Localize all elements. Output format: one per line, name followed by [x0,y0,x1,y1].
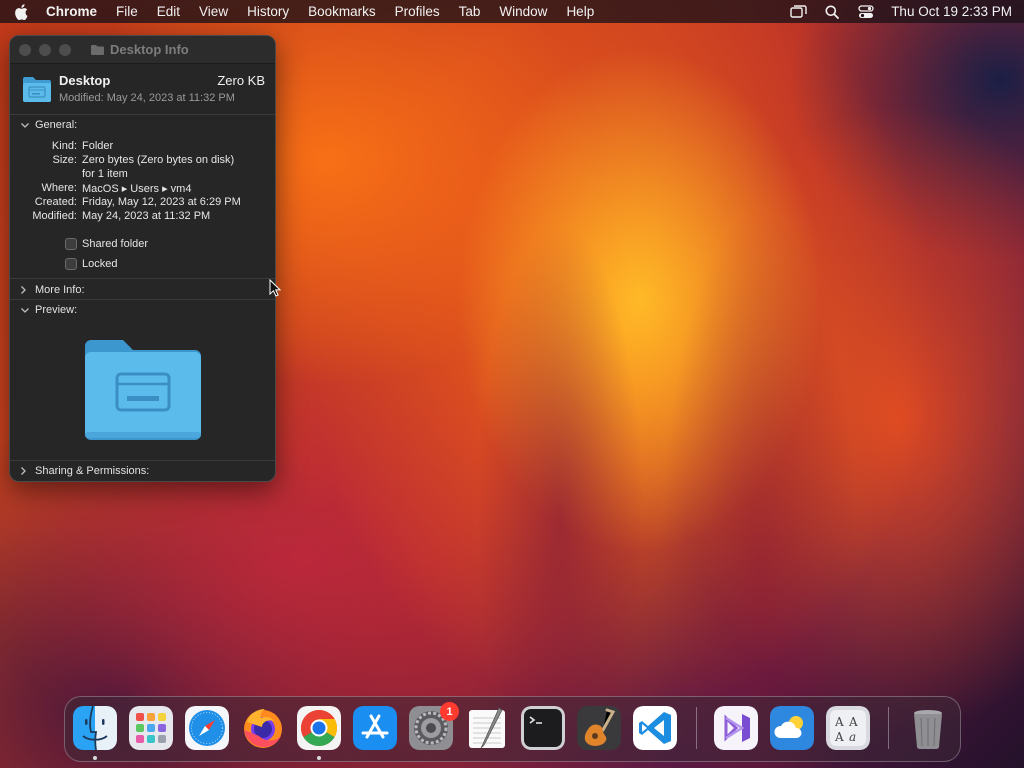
firefox-icon[interactable] [241,706,285,750]
menu-profiles[interactable]: Profiles [395,4,440,19]
chevron-right-icon [20,285,32,295]
detail-row-where: Where: MacOS ▸ Users ▸ vm4 [10,182,275,196]
dock-separator [696,707,697,749]
shared-folder-label: Shared folder [82,238,149,250]
safari-icon[interactable] [185,706,229,750]
menu-history[interactable]: History [247,4,289,19]
menu-window[interactable]: Window [499,4,547,19]
detail-label: Kind: [51,140,77,152]
menu-bar-clock[interactable]: Thu Oct 19 2:33 PM [891,4,1012,19]
divider [10,299,275,300]
svg-text:A: A [848,715,858,729]
divider [10,278,275,279]
svg-text:A: A [834,730,844,744]
item-modified: Modified: May 24, 2023 at 11:32 PM [59,92,235,104]
zoom-button[interactable] [59,44,71,56]
shared-folder-checkbox[interactable]: Shared folder [65,238,148,250]
window-titlebar[interactable]: Desktop Info [10,36,275,64]
detail-value: Zero bytes (Zero bytes on disk) [82,154,235,166]
detail-label: Size: [52,154,77,166]
screen-mirroring-icon[interactable] [789,4,807,20]
detail-value: for 1 item [82,168,128,180]
checkbox-box[interactable] [65,238,77,250]
finder-icon[interactable] [73,706,117,750]
chevron-right-icon [20,466,32,476]
title-folder-icon [91,44,104,55]
launchpad-icon[interactable] [129,706,173,750]
checkbox-box[interactable] [65,258,77,270]
minimize-button[interactable] [39,44,51,56]
section-preview-toggle[interactable]: Preview: [20,304,77,316]
menu-help[interactable]: Help [566,4,594,19]
weather-icon[interactable] [770,706,814,750]
detail-row-size: Size: Zero bytes (Zero bytes on disk) [10,154,275,168]
menu-bar: Chrome File Edit View History Bookmarks … [0,0,1024,23]
visual-studio-icon[interactable] [714,706,758,750]
preview-folder-icon [85,340,201,440]
menu-edit[interactable]: Edit [157,4,180,19]
menu-tab[interactable]: Tab [459,4,481,19]
menu-app-chrome[interactable]: Chrome [46,4,97,19]
detail-value: MacOS ▸ Users ▸ vm4 [82,183,192,195]
apple-menu-icon[interactable] [14,3,28,20]
control-center-icon[interactable] [857,4,875,20]
search-icon[interactable] [823,4,841,20]
detail-row-modified: Modified: May 24, 2023 at 11:32 PM [10,210,275,224]
divider [10,460,275,461]
chevron-down-icon [20,120,32,130]
menu-view[interactable]: View [199,4,228,19]
section-general-label: General: [35,119,78,131]
section-more-info-toggle[interactable]: More Info: [20,284,85,296]
detail-row-created: Created: Friday, May 12, 2023 at 6:29 PM [10,196,275,210]
window-title: Desktop Info [110,42,189,57]
terminal-icon[interactable] [521,706,565,750]
running-indicator [93,756,97,760]
get-info-window: Desktop Info Desktop Zero KB Modified: M… [9,35,276,482]
section-sharing-toggle[interactable]: Sharing & Permissions: [20,465,149,477]
detail-value: Folder [82,140,114,152]
menu-file[interactable]: File [116,4,138,19]
detail-label: Modified: [32,210,77,222]
menu-bookmarks[interactable]: Bookmarks [308,4,376,19]
detail-row-kind: Kind: Folder [10,140,275,154]
item-name: Desktop [59,73,111,88]
desktop-folder-icon [23,77,51,102]
detail-value: Friday, May 12, 2023 at 6:29 PM [82,196,241,208]
locked-checkbox[interactable]: Locked [65,258,117,270]
menu-bar-status-area: Thu Oct 19 2:33 PM [789,4,1012,20]
trash-icon[interactable] [906,706,950,750]
locked-label: Locked [82,258,118,270]
close-button[interactable] [19,44,31,56]
font-book-icon[interactable]: A A A a [826,706,870,750]
svg-text:a: a [849,730,856,744]
detail-row-size-count: for 1 item [10,168,275,182]
dock: 1 A A A a [64,696,961,762]
garageband-icon[interactable] [577,706,621,750]
detail-value: May 24, 2023 at 11:32 PM [82,210,211,222]
detail-label: Created: [34,196,77,208]
info-header: Desktop Zero KB Modified: May 24, 2023 a… [10,65,275,113]
section-general-toggle[interactable]: General: [20,119,77,131]
svg-text:A: A [834,715,844,729]
dock-separator [888,707,889,749]
divider [10,114,275,115]
app-store-icon[interactable] [353,706,397,750]
item-size: Zero KB [217,73,265,88]
section-preview-label: Preview: [35,304,78,316]
running-indicator [317,756,321,760]
chrome-icon[interactable] [297,706,341,750]
mouse-cursor-icon [269,279,281,297]
textedit-icon[interactable] [465,706,509,750]
detail-label: Where: [41,182,77,194]
section-sharing-label: Sharing & Permissions: [35,465,150,477]
section-more-info-label: More Info: [35,284,85,296]
chevron-down-icon [20,305,32,315]
notification-badge: 1 [440,702,459,721]
vscode-icon[interactable] [633,706,677,750]
